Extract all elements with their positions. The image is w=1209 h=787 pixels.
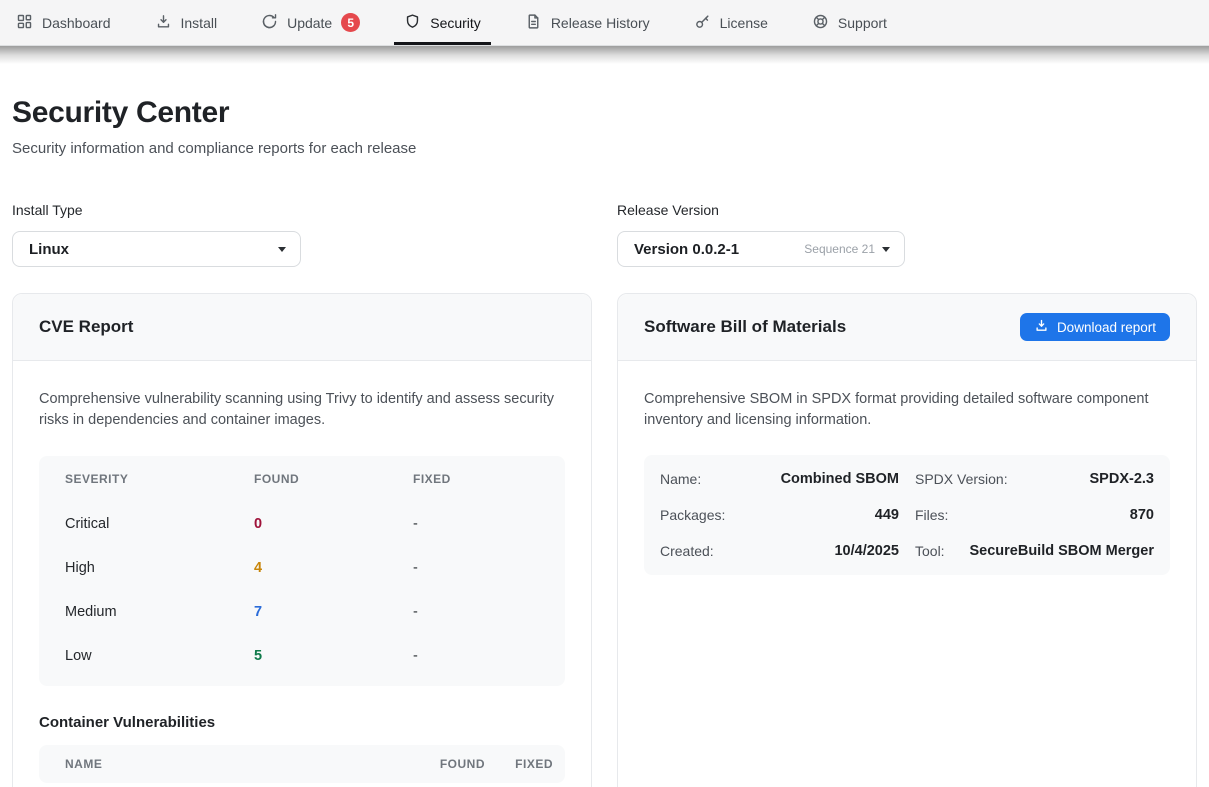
sbom-field-files: Files: 870 <box>915 497 1154 533</box>
page-subtitle: Security information and compliance repo… <box>12 140 1197 157</box>
install-type-value: Linux <box>29 241 69 258</box>
sbom-card-header: Software Bill of Materials Download repo… <box>618 294 1196 361</box>
severity-label: Medium <box>65 604 254 620</box>
nav-item-dashboard[interactable]: Dashboard <box>6 0 121 45</box>
sbom-card-title: Software Bill of Materials <box>644 317 846 337</box>
release-version-label: Release Version <box>617 202 1197 218</box>
nav-item-label: Update <box>287 15 332 31</box>
nav-item-install[interactable]: Install <box>145 0 228 45</box>
cve-card-header: CVE Report <box>13 294 591 361</box>
top-nav: Dashboard Install Update 5 Security Rele… <box>0 0 1209 46</box>
found-value: 5 <box>254 648 413 664</box>
release-version-select[interactable]: Version 0.0.2-1 Sequence 21 <box>617 231 905 267</box>
sbom-field-spdx-version: SPDX Version: SPDX-2.3 <box>915 461 1154 497</box>
severity-table-header: SEVERITY FOUND FIXED <box>39 456 565 502</box>
col-name: NAME <box>65 757 415 771</box>
header-shadow <box>0 46 1209 64</box>
nav-item-label: Release History <box>551 15 650 31</box>
fixed-value: - <box>413 648 565 664</box>
sbom-info-grid: Name: Combined SBOM SPDX Version: SPDX-2… <box>644 455 1170 575</box>
nav-item-update[interactable]: Update 5 <box>251 0 370 45</box>
chevron-down-icon <box>278 247 286 252</box>
download-icon <box>155 13 172 33</box>
lifebuoy-icon <box>812 13 829 33</box>
update-count-badge: 5 <box>341 13 360 32</box>
dashboard-grid-icon <box>16 13 33 33</box>
sbom-field-created: Created: 10/4/2025 <box>660 533 899 569</box>
chevron-down-icon <box>882 247 890 252</box>
found-value: 0 <box>254 516 413 532</box>
key-icon <box>694 13 711 33</box>
nav-item-label: Support <box>838 15 887 31</box>
release-version-value: Version 0.0.2-1 <box>634 241 739 258</box>
severity-label: Low <box>65 648 254 664</box>
nav-item-label: License <box>720 15 768 31</box>
table-row-high: High 4 - <box>39 546 565 590</box>
sbom-description: Comprehensive SBOM in SPDX format provid… <box>644 389 1170 431</box>
refresh-icon <box>261 13 278 33</box>
found-value: 7 <box>254 604 413 620</box>
filters-row: Install Type Linux Release Version Versi… <box>12 202 1197 267</box>
sequence-label: Sequence 21 <box>804 242 875 256</box>
download-report-label: Download report <box>1057 320 1156 335</box>
cve-card-title: CVE Report <box>39 317 133 337</box>
col-severity: SEVERITY <box>65 472 254 486</box>
table-row-critical: Critical 0 - <box>39 502 565 546</box>
table-row-low: Low 5 - <box>39 634 565 678</box>
nav-item-support[interactable]: Support <box>802 0 897 45</box>
nav-item-label: Security <box>430 15 481 31</box>
sbom-field-tool: Tool: SecureBuild SBOM Merger <box>915 533 1154 569</box>
table-row-medium: Medium 7 - <box>39 590 565 634</box>
severity-label: High <box>65 560 254 576</box>
install-type-filter: Install Type Linux <box>12 202 592 267</box>
install-type-label: Install Type <box>12 202 592 218</box>
container-table-header: NAME FOUND FIXED <box>39 745 565 783</box>
nav-item-label: Dashboard <box>42 15 111 31</box>
install-type-select[interactable]: Linux <box>12 231 301 267</box>
fixed-value: - <box>413 560 565 576</box>
release-version-filter: Release Version Version 0.0.2-1 Sequence… <box>617 202 1197 267</box>
col-fixed: FIXED <box>413 472 565 486</box>
sbom-field-packages: Packages: 449 <box>660 497 899 533</box>
nav-item-release-history[interactable]: Release History <box>515 0 660 45</box>
nav-item-license[interactable]: License <box>684 0 778 45</box>
col-fixed: FIXED <box>485 757 553 771</box>
col-found: FOUND <box>254 472 413 486</box>
cve-report-card: CVE Report Comprehensive vulnerability s… <box>12 293 592 787</box>
page-title: Security Center <box>12 96 1197 130</box>
nav-item-label: Install <box>181 15 218 31</box>
fixed-value: - <box>413 516 565 532</box>
cve-description: Comprehensive vulnerability scanning usi… <box>39 389 565 431</box>
container-vulnerabilities-title: Container Vulnerabilities <box>39 714 565 731</box>
nav-item-security[interactable]: Security <box>394 0 491 45</box>
shield-icon <box>404 13 421 33</box>
sbom-field-name: Name: Combined SBOM <box>660 461 899 497</box>
found-value: 4 <box>254 560 413 576</box>
severity-label: Critical <box>65 516 254 532</box>
document-icon <box>525 13 542 33</box>
sbom-card: Software Bill of Materials Download repo… <box>617 293 1197 787</box>
col-found: FOUND <box>415 757 485 771</box>
fixed-value: - <box>413 604 565 620</box>
severity-table: SEVERITY FOUND FIXED Critical 0 - High 4… <box>39 456 565 686</box>
download-report-button[interactable]: Download report <box>1020 313 1170 341</box>
download-icon <box>1034 318 1049 336</box>
